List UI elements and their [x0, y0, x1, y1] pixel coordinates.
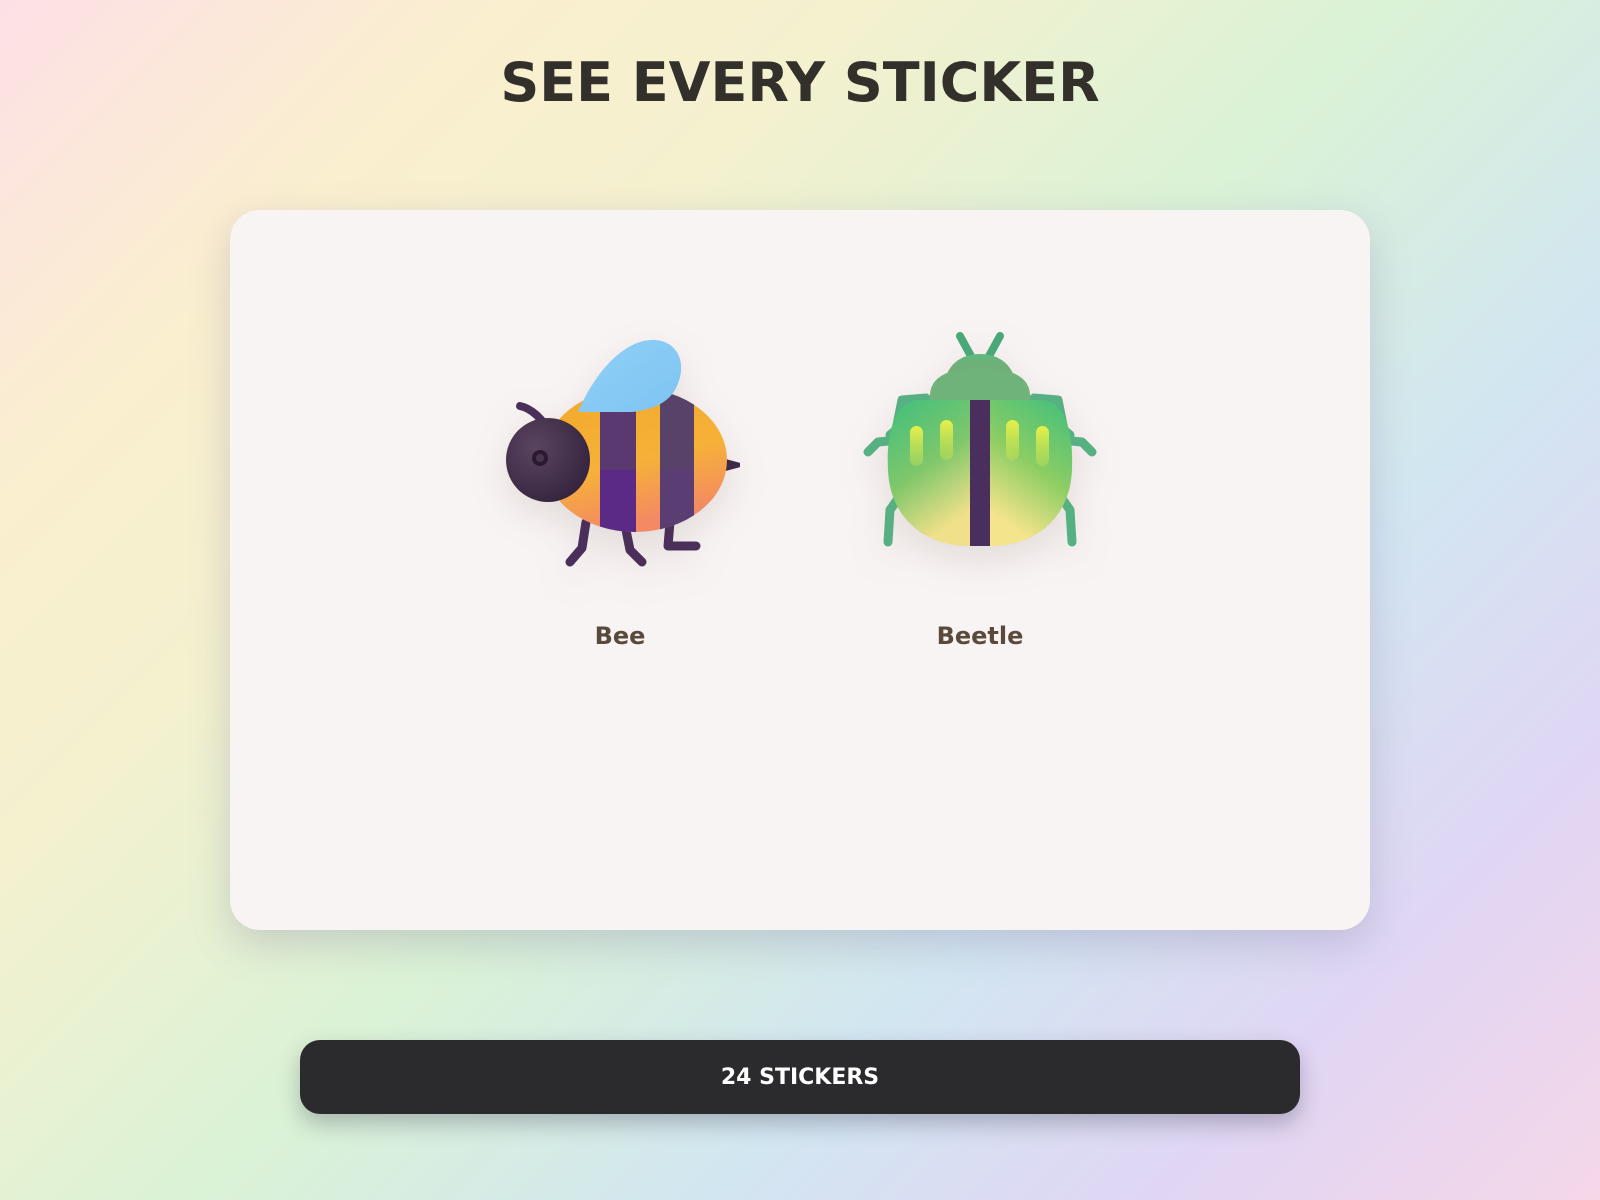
page-title: SEE EVERY STICKER — [500, 51, 1100, 114]
sticker-count-button[interactable]: 24 STICKERS — [300, 1040, 1300, 1114]
sticker-tile-beetle[interactable]: Beetle — [840, 310, 1120, 770]
sticker-gallery-card: Bee Beetle — [230, 210, 1370, 930]
sticker-label: Beetle — [936, 622, 1024, 650]
beetle-icon — [860, 310, 1100, 580]
sticker-label: Bee — [594, 622, 646, 650]
bee-icon — [500, 310, 740, 580]
sticker-tile-bee[interactable]: Bee — [480, 310, 760, 770]
